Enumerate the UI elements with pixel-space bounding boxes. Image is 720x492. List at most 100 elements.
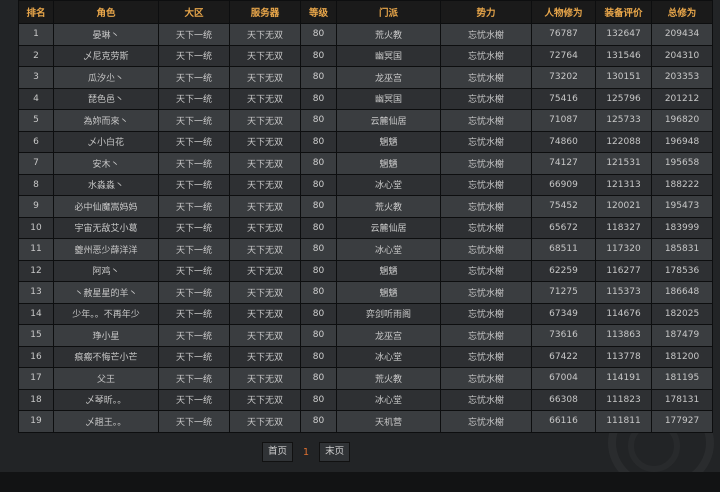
cell-region: 天下一统 [158,195,230,218]
cell-equip-score: 120021 [595,195,652,218]
cell-faction: 忘忧水榭 [440,281,532,304]
cell-equip-score: 113863 [595,324,652,347]
cell-server: 天下无双 [229,216,301,239]
cell-role[interactable]: 少年。。不再年少 [53,302,159,325]
cell-sect: 天机营 [336,410,441,433]
cell-faction: 忘忧水榭 [440,87,532,110]
table-row[interactable]: 8 水淼淼丶 天下一统 天下无双 80 冰心堂 忘忧水榭 66909 121313 188222 [18,173,713,196]
cell-sect: 冰心堂 [336,388,441,411]
table-row[interactable]: 1 晏琳丶 天下一统 天下无双 80 荒火教 忘忧水榭 76787 132647 209434 [18,23,713,46]
table-row[interactable]: 3 瓜汐尐丶 天下一统 天下无双 80 龙巫宫 忘忧水榭 73202 130151 203353 [18,66,713,89]
cell-total-power: 178131 [651,388,713,411]
table-row[interactable]: 9 必中仙魔嵩妈妈 天下一统 天下无双 80 荒火教 忘忧水榭 75452 120021 1954… [18,195,713,218]
cell-role[interactable]: 乄趟王。。 [53,410,159,433]
cell-char-power: 66116 [531,410,596,433]
cell-role[interactable]: 琵色邑丶 [53,87,159,110]
last-page-button[interactable]: 末页 [319,442,351,462]
cell-rank: 7 [18,152,54,175]
header-server[interactable]: 服务器 [229,0,301,24]
cell-sect: 魍魉 [336,130,441,153]
cell-role[interactable]: 必中仙魔嵩妈妈 [53,195,159,218]
header-rank[interactable]: 排名 [18,0,54,24]
cell-rank: 16 [18,345,54,368]
cell-char-power: 74860 [531,130,596,153]
header-equip-score[interactable]: 装备评价 [595,0,652,24]
header-region[interactable]: 大区 [158,0,230,24]
cell-role[interactable]: 晏琳丶 [53,23,159,46]
cell-role[interactable]: 瓜汐尐丶 [53,66,159,89]
cell-level: 80 [300,238,337,261]
table-row[interactable]: 6 乄小白花 天下一统 天下无双 80 魍魉 忘忧水榭 74860 122088 196948 [18,130,713,153]
header-total-power[interactable]: 总修为 [651,0,713,24]
cell-total-power: 177927 [651,410,713,433]
header-sect[interactable]: 门派 [336,0,441,24]
cell-role[interactable]: 乄小白花 [53,130,159,153]
cell-char-power: 72764 [531,44,596,67]
cell-equip-score: 115373 [595,281,652,304]
header-char-power[interactable]: 人物修为 [531,0,596,24]
cell-char-power: 73202 [531,66,596,89]
table-row[interactable]: 13 丶赦星星的羊丶 天下一统 天下无双 80 魍魉 忘忧水榭 71275 115373 1866… [18,281,713,304]
table-row[interactable]: 19 乄趟王。。 天下一统 天下无双 80 天机营 忘忧水榭 66116 111811 17792… [18,410,713,433]
cell-faction: 忘忧水榭 [440,345,532,368]
table-row[interactable]: 10 宇宙无敌艾小葛 天下一统 天下无双 80 云麓仙居 忘忧水榭 65672 118327 18… [18,216,713,239]
cell-role[interactable]: 阿鸡丶 [53,259,159,282]
header-level[interactable]: 等级 [300,0,337,24]
table-row[interactable]: 14 少年。。不再年少 天下一统 天下无双 80 弈剑听雨阁 忘忧水榭 67349 114676… [18,302,713,325]
cell-server: 天下无双 [229,410,301,433]
current-page-number[interactable]: 1 [301,447,311,458]
table-row[interactable]: 17 父王 天下一统 天下无双 80 荒火教 忘忧水榭 67004 114191 181195 [18,367,713,390]
cell-rank: 18 [18,388,54,411]
cell-level: 80 [300,281,337,304]
cell-level: 80 [300,130,337,153]
table-row[interactable]: 2 乄尼克劳斯 天下一统 天下无双 80 幽冥国 忘忧水榭 72764 131546 204310 [18,44,713,67]
cell-role[interactable]: 水淼淼丶 [53,173,159,196]
cell-equip-score: 132647 [595,23,652,46]
cell-level: 80 [300,195,337,218]
cell-role[interactable]: 宇宙无敌艾小葛 [53,216,159,239]
cell-total-power: 188222 [651,173,713,196]
cell-region: 天下一统 [158,23,230,46]
cell-faction: 忘忧水榭 [440,410,532,433]
cell-equip-score: 121313 [595,173,652,196]
cell-char-power: 74127 [531,152,596,175]
table-row[interactable]: 16 痕瘢不悔芒小芒 天下一统 天下无双 80 冰心堂 忘忧水榭 67422 113778 181… [18,345,713,368]
cell-rank: 2 [18,44,54,67]
cell-faction: 忘忧水榭 [440,152,532,175]
cell-region: 天下一统 [158,152,230,175]
cell-role[interactable]: 乄琴昕。。 [53,388,159,411]
cell-char-power: 67349 [531,302,596,325]
table-header-row: 排名 角色 大区 服务器 等级 门派 势力 人物修为 装备评价 总修为 [18,0,713,24]
cell-server: 天下无双 [229,173,301,196]
table-row[interactable]: 5 為妳而來丶 天下一统 天下无双 80 云麓仙居 忘忧水榭 71087 125733 19682… [18,109,713,132]
cell-server: 天下无双 [229,23,301,46]
table-row[interactable]: 4 琵色邑丶 天下一统 天下无双 80 幽冥国 忘忧水榭 75416 125796 201212 [18,87,713,110]
header-role[interactable]: 角色 [53,0,159,24]
cell-faction: 忘忧水榭 [440,302,532,325]
table-row[interactable]: 12 阿鸡丶 天下一统 天下无双 80 魍魉 忘忧水榭 62259 116277 178536 [18,259,713,282]
table-row[interactable]: 15 琤小星 天下一统 天下无双 80 龙巫宫 忘忧水榭 73616 113863 187479 [18,324,713,347]
cell-server: 天下无双 [229,302,301,325]
cell-sect: 弈剑听雨阁 [336,302,441,325]
cell-role[interactable]: 安木丶 [53,152,159,175]
first-page-button[interactable]: 首页 [262,442,294,462]
cell-rank: 13 [18,281,54,304]
cell-role[interactable]: 為妳而來丶 [53,109,159,132]
cell-server: 天下无双 [229,109,301,132]
cell-char-power: 76787 [531,23,596,46]
cell-role[interactable]: 夔州恶少薛洋洋 [53,238,159,261]
cell-role[interactable]: 乄尼克劳斯 [53,44,159,67]
cell-total-power: 196948 [651,130,713,153]
table-row[interactable]: 18 乄琴昕。。 天下一统 天下无双 80 冰心堂 忘忧水榭 66308 111823 17813… [18,388,713,411]
cell-server: 天下无双 [229,388,301,411]
cell-rank: 9 [18,195,54,218]
cell-role[interactable]: 丶赦星星的羊丶 [53,281,159,304]
cell-role[interactable]: 琤小星 [53,324,159,347]
table-row[interactable]: 11 夔州恶少薛洋洋 天下一统 天下无双 80 冰心堂 忘忧水榭 68511 117320 185… [18,238,713,261]
footer-bar [0,472,720,492]
header-faction[interactable]: 势力 [440,0,532,24]
cell-role[interactable]: 痕瘢不悔芒小芒 [53,345,159,368]
table-row[interactable]: 7 安木丶 天下一统 天下无双 80 魍魉 忘忧水榭 74127 121531 195658 [18,152,713,175]
cell-role[interactable]: 父王 [53,367,159,390]
cell-sect: 龙巫宫 [336,324,441,347]
